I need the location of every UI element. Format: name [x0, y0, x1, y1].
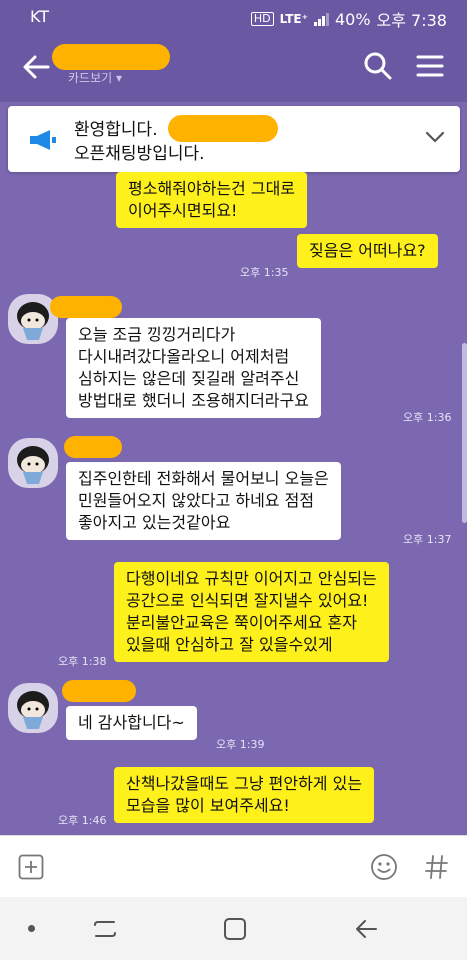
- sender-name-redacted: [64, 436, 122, 458]
- chat-header: 카드보기 ▾: [0, 32, 467, 102]
- sender-name-redacted: [50, 296, 122, 318]
- message-line: 오늘 조금 낑낑거리다가: [78, 325, 236, 344]
- notice-line-2: 오픈채팅방입니다.: [74, 144, 205, 164]
- hd-badge: HD: [250, 12, 274, 26]
- message-time: 오후 1:39: [216, 738, 265, 751]
- chat-title-redacted[interactable]: [52, 44, 170, 70]
- recent-apps-icon[interactable]: [92, 916, 118, 942]
- message-bubble-received[interactable]: 오늘 조금 낑낑거리다가 다시내려갔다올라오니 어제처럼 심하지는 않은데 짖길…: [66, 318, 321, 418]
- message-line: 방법대로 했더니 조용해지더라구요: [78, 391, 309, 410]
- message-bubble-sent[interactable]: 짖음은 어떠나요?: [297, 234, 438, 268]
- message-line: 평소해줘야하는건 그대로: [128, 179, 296, 198]
- message-bubble-sent[interactable]: 산책나갔을때도 그냥 편안하게 있는 모습을 많이 보여주세요!: [114, 767, 375, 823]
- system-navigation-bar: [0, 897, 467, 960]
- card-view-toggle[interactable]: 카드보기 ▾: [68, 69, 122, 86]
- message-bubble-received[interactable]: 집주인한테 전화해서 물어보니 오늘은 민원들어오지 않았다고 하네요 점점 좋…: [66, 462, 341, 540]
- back-nav-icon[interactable]: [354, 916, 380, 942]
- chevron-down-icon[interactable]: [424, 126, 446, 148]
- message-input-bar: [0, 835, 467, 898]
- megaphone-icon: [30, 130, 56, 150]
- nav-dot-icon: [28, 925, 35, 932]
- sender-name-redacted: [62, 680, 136, 702]
- message-line: 산책나갔을때도 그냥 편안하게 있는: [126, 774, 363, 793]
- message-bubble-sent[interactable]: 평소해줘야하는건 그대로 이어주시면되요!: [116, 172, 308, 228]
- message-line: 다시내려갔다올라오니 어제처럼: [78, 347, 290, 366]
- message-line: 좋아지고 있는것같아요: [78, 513, 231, 532]
- message-bubble-sent[interactable]: 다행이네요 규칙만 이어지고 안심되는 공간으로 인식되면 잘지낼수 있어요! …: [114, 562, 389, 662]
- message-line: 모습을 많이 보여주세요!: [126, 796, 290, 815]
- search-icon[interactable]: [362, 50, 394, 82]
- message-time: 오후 1:37: [403, 533, 452, 546]
- message-line: 짖음은 어떠나요?: [309, 241, 426, 260]
- clock-label: 오후 7:38: [376, 11, 447, 30]
- carrier-label: KT: [30, 7, 50, 26]
- message-line: 민원들어오지 않았다고 하네요 점점: [78, 491, 315, 510]
- plus-square-icon[interactable]: [18, 854, 44, 880]
- battery-label: 40%: [334, 9, 371, 29]
- status-bar: KT HD LTE⁺ 40% 오후 7:38: [0, 0, 467, 32]
- message-line: 공간으로 인식되면 잘지낼수 있어요!: [126, 591, 369, 610]
- message-line: 있을때 안심하고 잘 있을수있게: [126, 635, 333, 654]
- character-avatar-icon: [17, 446, 49, 484]
- message-line: 분리불안교육은 쭉이어주세요 혼자: [126, 613, 357, 632]
- status-right: HD LTE⁺ 40% 오후 7:38: [250, 7, 447, 31]
- message-time: 오후 1:36: [403, 411, 452, 424]
- message-line: 다행이네요 규칙만 이어지고 안심되는: [126, 569, 377, 588]
- notice-banner[interactable]: 환영합니다. 오픈채팅방입니다.: [8, 106, 460, 172]
- home-icon[interactable]: [222, 916, 248, 942]
- message-text-input[interactable]: [60, 848, 350, 886]
- notice-redaction: [168, 115, 278, 142]
- avatar[interactable]: [8, 438, 58, 488]
- message-line: 이어주시면되요!: [128, 201, 238, 220]
- avatar[interactable]: [8, 683, 58, 733]
- signal-icon: [313, 12, 329, 26]
- message-bubble-received[interactable]: 네 감사합니다~: [66, 706, 197, 740]
- message-time: 오후 1:46: [58, 814, 107, 827]
- hash-icon[interactable]: [424, 853, 450, 881]
- hamburger-menu-icon[interactable]: [414, 50, 446, 82]
- message-line: 집주인한테 전화해서 물어보니 오늘은: [78, 469, 329, 488]
- lte-label: LTE⁺: [279, 12, 308, 26]
- message-time: 오후 1:35: [240, 266, 289, 279]
- scroll-indicator[interactable]: [462, 343, 467, 523]
- back-arrow-icon[interactable]: [18, 50, 54, 84]
- message-line: 네 감사합니다~: [78, 713, 185, 732]
- message-time: 오후 1:38: [58, 655, 107, 668]
- message-line: 심하지는 않은데 짖길래 알려주신: [78, 369, 300, 388]
- emoji-icon[interactable]: [370, 853, 398, 881]
- character-avatar-icon: [17, 691, 49, 729]
